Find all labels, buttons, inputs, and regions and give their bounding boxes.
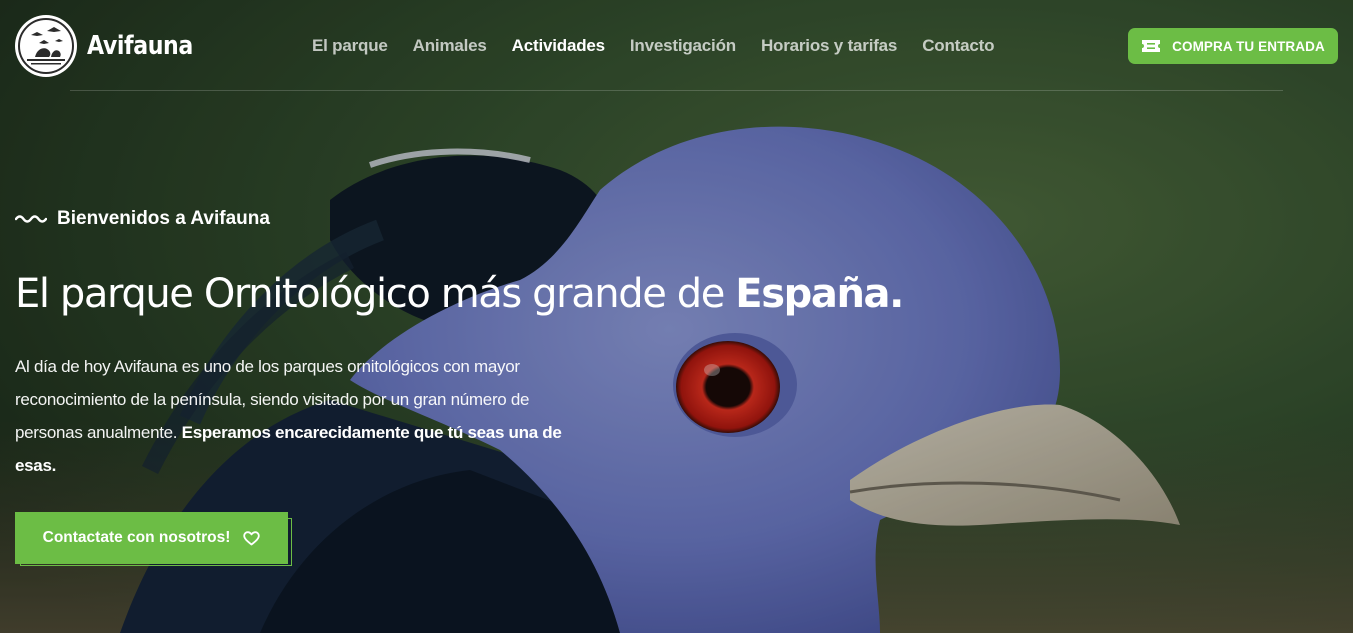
nav-item-investigacion[interactable]: Investigación [630,36,736,56]
hero-section: Avifauna El parque Animales Actividades … [0,0,1353,633]
site-logo[interactable]: Avifauna [15,15,211,77]
heart-icon [243,530,261,545]
hero-headline: El parque Ornitológico más grande de Esp… [15,272,915,316]
hero-eyebrow: Bienvenidos a Avifauna [15,204,915,234]
hero-eyebrow-text: Bienvenidos a Avifauna [57,208,270,229]
hero-description: Al día de hoy Avifauna es uno de los par… [15,350,575,482]
main-navigation: El parque Animales Actividades Investiga… [312,36,1019,56]
nav-item-actividades[interactable]: Actividades [512,36,605,56]
hero-headline-regular: El parque Ornitológico más grande de [15,271,736,317]
buy-ticket-button[interactable]: COMPRA TU ENTRADA [1128,28,1338,64]
wave-icon [15,215,47,223]
site-header: Avifauna El parque Animales Actividades … [0,0,1353,92]
logo-emblem-icon [15,15,77,77]
contact-us-label: Contactate con nosotros! [42,529,231,546]
nav-item-horarios-y-tarifas[interactable]: Horarios y tarifas [761,36,897,56]
contact-button-wrapper: Contactate con nosotros! [15,512,295,568]
ticket-icon [1142,40,1161,52]
header-divider [70,90,1283,91]
hero-content: Bienvenidos a Avifauna El parque Ornitol… [15,204,915,568]
site-name: Avifauna [87,31,193,61]
nav-item-contacto[interactable]: Contacto [922,36,994,56]
hero-headline-bold: España. [735,271,904,317]
contact-us-button[interactable]: Contactate con nosotros! [15,512,288,564]
nav-item-el-parque[interactable]: El parque [312,36,388,56]
nav-item-animales[interactable]: Animales [413,36,487,56]
buy-ticket-label: COMPRA TU ENTRADA [1172,38,1325,54]
